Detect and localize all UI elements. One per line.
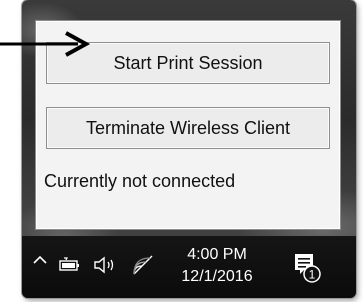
chevron-up-icon[interactable] — [32, 252, 48, 273]
clock-time: 4:00 PM — [187, 246, 247, 263]
volume-icon[interactable] — [92, 254, 120, 276]
notification-count-badge: 1 — [309, 268, 316, 282]
pointer-arrow-icon — [0, 31, 91, 57]
terminate-wireless-client-button[interactable]: Terminate Wireless Client — [46, 107, 330, 149]
connection-status-text: Currently not connected — [44, 171, 236, 191]
taskbar-clock[interactable]: 4:00 PM 12/1/2016 — [172, 244, 262, 288]
action-center-icon[interactable]: 1 — [290, 250, 322, 284]
taskbar: 4:00 PM 12/1/2016 1 — [22, 236, 356, 298]
wifi-icon[interactable] — [130, 252, 156, 278]
battery-icon[interactable] — [58, 256, 82, 274]
clock-date: 12/1/2016 — [181, 268, 253, 285]
